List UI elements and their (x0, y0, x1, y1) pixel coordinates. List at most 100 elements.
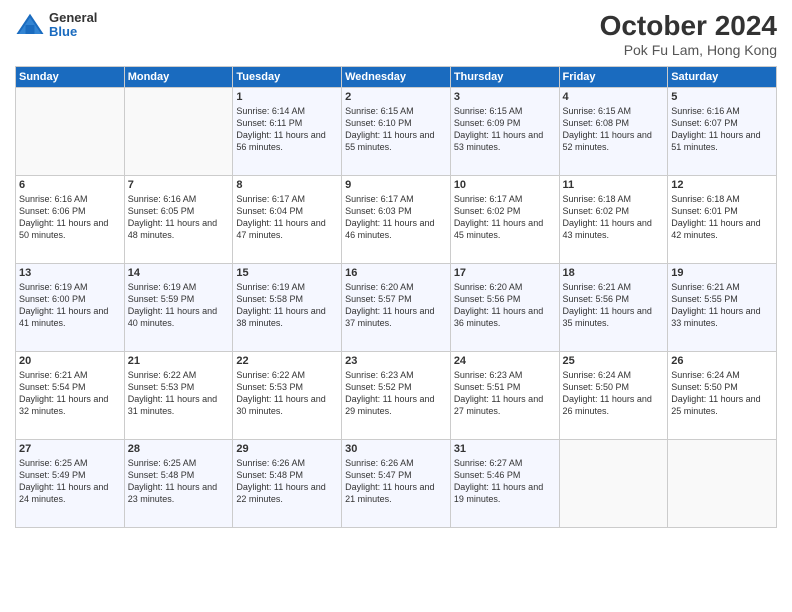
sunrise-text: Sunrise: 6:17 AM (345, 193, 447, 205)
daylight-text: Daylight: 11 hours and 36 minutes. (454, 305, 556, 329)
logo-blue-text: Blue (49, 25, 97, 39)
day-number: 25 (563, 355, 665, 367)
daylight-text: Daylight: 11 hours and 55 minutes. (345, 129, 447, 153)
sunrise-text: Sunrise: 6:26 AM (236, 457, 338, 469)
calendar-cell: 31 Sunrise: 6:27 AM Sunset: 5:46 PM Dayl… (450, 440, 559, 528)
day-number: 4 (563, 91, 665, 103)
day-number: 3 (454, 91, 556, 103)
sunset-text: Sunset: 5:58 PM (236, 293, 338, 305)
calendar-cell: 29 Sunrise: 6:26 AM Sunset: 5:48 PM Dayl… (233, 440, 342, 528)
daylight-text: Daylight: 11 hours and 41 minutes. (19, 305, 121, 329)
sunset-text: Sunset: 6:09 PM (454, 117, 556, 129)
day-number: 5 (671, 91, 773, 103)
calendar-cell: 16 Sunrise: 6:20 AM Sunset: 5:57 PM Dayl… (342, 264, 451, 352)
calendar-cell: 30 Sunrise: 6:26 AM Sunset: 5:47 PM Dayl… (342, 440, 451, 528)
cell-info: Sunrise: 6:15 AM Sunset: 6:09 PM Dayligh… (454, 105, 556, 154)
sunrise-text: Sunrise: 6:21 AM (563, 281, 665, 293)
header-tuesday: Tuesday (233, 67, 342, 88)
calendar-cell: 6 Sunrise: 6:16 AM Sunset: 6:06 PM Dayli… (16, 176, 125, 264)
cell-info: Sunrise: 6:14 AM Sunset: 6:11 PM Dayligh… (236, 105, 338, 154)
daylight-text: Daylight: 11 hours and 47 minutes. (236, 217, 338, 241)
sunrise-text: Sunrise: 6:25 AM (128, 457, 230, 469)
calendar-cell: 11 Sunrise: 6:18 AM Sunset: 6:02 PM Dayl… (559, 176, 668, 264)
day-number: 10 (454, 179, 556, 191)
sunrise-text: Sunrise: 6:16 AM (671, 105, 773, 117)
daylight-text: Daylight: 11 hours and 37 minutes. (345, 305, 447, 329)
daylight-text: Daylight: 11 hours and 48 minutes. (128, 217, 230, 241)
cell-info: Sunrise: 6:18 AM Sunset: 6:01 PM Dayligh… (671, 193, 773, 242)
sunset-text: Sunset: 5:49 PM (19, 469, 121, 481)
sunset-text: Sunset: 5:46 PM (454, 469, 556, 481)
cell-info: Sunrise: 6:27 AM Sunset: 5:46 PM Dayligh… (454, 457, 556, 506)
daylight-text: Daylight: 11 hours and 52 minutes. (563, 129, 665, 153)
cell-info: Sunrise: 6:23 AM Sunset: 5:51 PM Dayligh… (454, 369, 556, 418)
cell-info: Sunrise: 6:22 AM Sunset: 5:53 PM Dayligh… (236, 369, 338, 418)
logo: General Blue (15, 10, 97, 40)
daylight-text: Daylight: 11 hours and 21 minutes. (345, 481, 447, 505)
cell-info: Sunrise: 6:17 AM Sunset: 6:03 PM Dayligh… (345, 193, 447, 242)
calendar-cell (559, 440, 668, 528)
cell-info: Sunrise: 6:22 AM Sunset: 5:53 PM Dayligh… (128, 369, 230, 418)
calendar-cell: 2 Sunrise: 6:15 AM Sunset: 6:10 PM Dayli… (342, 88, 451, 176)
calendar-cell: 7 Sunrise: 6:16 AM Sunset: 6:05 PM Dayli… (124, 176, 233, 264)
day-number: 14 (128, 267, 230, 279)
sunset-text: Sunset: 6:06 PM (19, 205, 121, 217)
daylight-text: Daylight: 11 hours and 31 minutes. (128, 393, 230, 417)
calendar-week-5: 27 Sunrise: 6:25 AM Sunset: 5:49 PM Dayl… (16, 440, 777, 528)
sunrise-text: Sunrise: 6:19 AM (128, 281, 230, 293)
sunrise-text: Sunrise: 6:25 AM (19, 457, 121, 469)
daylight-text: Daylight: 11 hours and 40 minutes. (128, 305, 230, 329)
calendar-cell: 18 Sunrise: 6:21 AM Sunset: 5:56 PM Dayl… (559, 264, 668, 352)
day-number: 8 (236, 179, 338, 191)
header-wednesday: Wednesday (342, 67, 451, 88)
daylight-text: Daylight: 11 hours and 43 minutes. (563, 217, 665, 241)
calendar-cell: 14 Sunrise: 6:19 AM Sunset: 5:59 PM Dayl… (124, 264, 233, 352)
calendar-cell (16, 88, 125, 176)
cell-info: Sunrise: 6:16 AM Sunset: 6:07 PM Dayligh… (671, 105, 773, 154)
calendar-cell: 13 Sunrise: 6:19 AM Sunset: 6:00 PM Dayl… (16, 264, 125, 352)
sunrise-text: Sunrise: 6:18 AM (671, 193, 773, 205)
sunset-text: Sunset: 6:07 PM (671, 117, 773, 129)
sunrise-text: Sunrise: 6:21 AM (671, 281, 773, 293)
calendar-cell: 17 Sunrise: 6:20 AM Sunset: 5:56 PM Dayl… (450, 264, 559, 352)
calendar-cell: 4 Sunrise: 6:15 AM Sunset: 6:08 PM Dayli… (559, 88, 668, 176)
sunrise-text: Sunrise: 6:17 AM (236, 193, 338, 205)
sunrise-text: Sunrise: 6:17 AM (454, 193, 556, 205)
day-number: 31 (454, 443, 556, 455)
logo-text: General Blue (49, 11, 97, 40)
logo-general-text: General (49, 11, 97, 25)
day-number: 15 (236, 267, 338, 279)
day-number: 24 (454, 355, 556, 367)
cell-info: Sunrise: 6:20 AM Sunset: 5:56 PM Dayligh… (454, 281, 556, 330)
daylight-text: Daylight: 11 hours and 45 minutes. (454, 217, 556, 241)
sunrise-text: Sunrise: 6:16 AM (19, 193, 121, 205)
sunset-text: Sunset: 5:56 PM (454, 293, 556, 305)
daylight-text: Daylight: 11 hours and 24 minutes. (19, 481, 121, 505)
calendar-cell: 12 Sunrise: 6:18 AM Sunset: 6:01 PM Dayl… (668, 176, 777, 264)
cell-info: Sunrise: 6:19 AM Sunset: 5:58 PM Dayligh… (236, 281, 338, 330)
calendar-cell (668, 440, 777, 528)
day-number: 26 (671, 355, 773, 367)
day-number: 19 (671, 267, 773, 279)
cell-info: Sunrise: 6:20 AM Sunset: 5:57 PM Dayligh… (345, 281, 447, 330)
day-number: 13 (19, 267, 121, 279)
sunrise-text: Sunrise: 6:18 AM (563, 193, 665, 205)
cell-info: Sunrise: 6:18 AM Sunset: 6:02 PM Dayligh… (563, 193, 665, 242)
cell-info: Sunrise: 6:19 AM Sunset: 6:00 PM Dayligh… (19, 281, 121, 330)
calendar-table: Sunday Monday Tuesday Wednesday Thursday… (15, 66, 777, 528)
cell-info: Sunrise: 6:21 AM Sunset: 5:55 PM Dayligh… (671, 281, 773, 330)
header-sunday: Sunday (16, 67, 125, 88)
day-number: 29 (236, 443, 338, 455)
calendar-cell: 1 Sunrise: 6:14 AM Sunset: 6:11 PM Dayli… (233, 88, 342, 176)
sunset-text: Sunset: 5:48 PM (128, 469, 230, 481)
day-number: 1 (236, 91, 338, 103)
page: General Blue October 2024 Pok Fu Lam, Ho… (0, 0, 792, 612)
cell-info: Sunrise: 6:15 AM Sunset: 6:08 PM Dayligh… (563, 105, 665, 154)
cell-info: Sunrise: 6:15 AM Sunset: 6:10 PM Dayligh… (345, 105, 447, 154)
calendar-header: Sunday Monday Tuesday Wednesday Thursday… (16, 67, 777, 88)
day-number: 22 (236, 355, 338, 367)
header-thursday: Thursday (450, 67, 559, 88)
cell-info: Sunrise: 6:24 AM Sunset: 5:50 PM Dayligh… (671, 369, 773, 418)
day-number: 20 (19, 355, 121, 367)
daylight-text: Daylight: 11 hours and 30 minutes. (236, 393, 338, 417)
